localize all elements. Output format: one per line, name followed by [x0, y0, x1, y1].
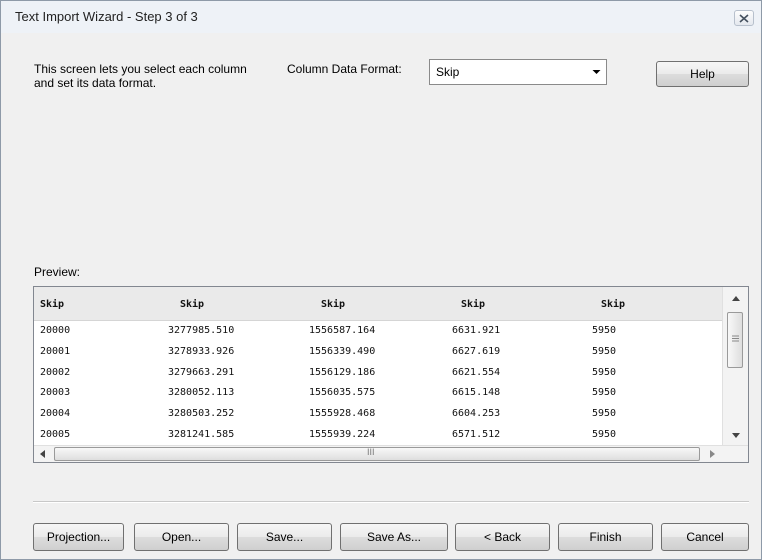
save-as-button[interactable]: Save As... [340, 523, 448, 551]
preview-cell: 20005 [40, 429, 71, 440]
preview-cell: 6615.148 [452, 387, 501, 398]
grip-icon [732, 335, 739, 342]
scroll-up-icon[interactable] [732, 296, 740, 301]
preview-header-row: Skip Skip Skip Skip Skip [34, 287, 722, 321]
close-icon [739, 13, 749, 23]
scroll-down-icon[interactable] [732, 433, 740, 438]
column-header[interactable]: Skip [40, 299, 64, 310]
preview-cell: 3280503.252 [168, 408, 235, 419]
save-button[interactable]: Save... [237, 523, 332, 551]
close-button[interactable] [734, 10, 754, 26]
preview-cell: 3280052.113 [168, 387, 235, 398]
finish-button[interactable]: Finish [558, 523, 653, 551]
help-button[interactable]: Help [656, 61, 749, 87]
preview-cell: 5950 [592, 367, 617, 378]
preview-cell: 1555928.468 [309, 408, 376, 419]
vertical-scroll-thumb[interactable] [727, 312, 743, 368]
scroll-left-icon[interactable] [40, 450, 45, 458]
preview-label: Preview: [34, 265, 81, 279]
column-header[interactable]: Skip [321, 299, 345, 310]
back-button[interactable]: < Back [455, 523, 550, 551]
preview-cell: 3278933.926 [168, 346, 235, 357]
column-header[interactable]: Skip [601, 299, 625, 310]
window-title: Text Import Wizard - Step 3 of 3 [15, 9, 198, 24]
open-button[interactable]: Open... [134, 523, 229, 551]
scroll-grip: III [367, 447, 375, 457]
column-data-format-value: Skip [436, 65, 460, 79]
step-description: This screen lets you select each column … [34, 62, 247, 90]
preview-cell: 5950 [592, 408, 617, 419]
cancel-button[interactable]: Cancel [661, 523, 749, 551]
preview-cell: 1556129.186 [309, 367, 376, 378]
projection-button[interactable]: Projection... [33, 523, 124, 551]
preview-cell: 20002 [40, 367, 71, 378]
preview-cell: 20004 [40, 408, 71, 419]
separator [33, 501, 749, 503]
preview-cell: 6621.554 [452, 367, 501, 378]
preview-cell: 6604.253 [452, 408, 501, 419]
preview-cell: 6571.512 [452, 429, 501, 440]
column-data-format-label: Column Data Format: [287, 62, 402, 76]
preview-cell: 20001 [40, 346, 71, 357]
preview-cell: 5950 [592, 429, 617, 440]
preview-cell: 3281241.585 [168, 429, 235, 440]
column-header[interactable]: Skip [461, 299, 485, 310]
preview-cell: 1556035.575 [309, 387, 376, 398]
preview-cell: 5950 [592, 387, 617, 398]
preview-cell: 3277985.510 [168, 325, 235, 336]
column-header[interactable]: Skip [180, 299, 204, 310]
text-import-wizard-window: Text Import Wizard - Step 3 of 3 This sc… [0, 0, 762, 560]
preview-cell: 1556587.164 [309, 325, 376, 336]
preview-cell: 5950 [592, 325, 617, 336]
scroll-right-icon[interactable] [710, 450, 715, 458]
preview-cell: 1556339.490 [309, 346, 376, 357]
title-bar: Text Import Wizard - Step 3 of 3 [1, 1, 761, 33]
horizontal-scrollbar[interactable]: III [34, 445, 748, 462]
vertical-scrollbar[interactable] [722, 287, 748, 445]
horizontal-scroll-thumb[interactable]: III [54, 447, 700, 461]
preview-grid[interactable]: Skip Skip Skip Skip Skip 20000 3277985.5… [33, 286, 749, 463]
preview-cell: 20000 [40, 325, 71, 336]
preview-cell: 3279663.291 [168, 367, 235, 378]
preview-cell: 5950 [592, 346, 617, 357]
column-data-format-dropdown[interactable]: Skip [429, 59, 607, 85]
preview-cell: 20003 [40, 387, 71, 398]
preview-cell: 6627.619 [452, 346, 501, 357]
preview-cell: 1555939.224 [309, 429, 376, 440]
preview-cell: 6631.921 [452, 325, 501, 336]
chevron-down-icon [592, 70, 601, 74]
